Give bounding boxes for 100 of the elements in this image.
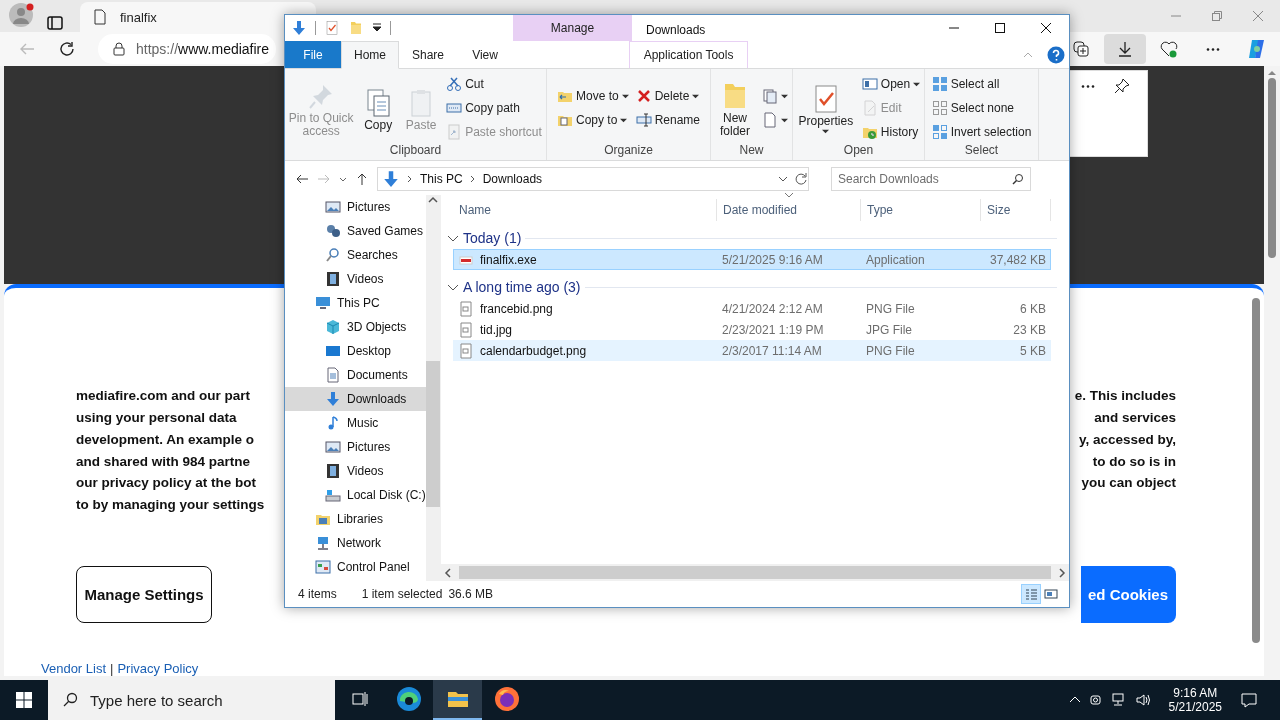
file-name: finalfix.exe	[480, 252, 537, 267]
nav-item[interactable]: Searches	[285, 243, 426, 267]
ribbon-button[interactable]: Properties	[794, 81, 857, 135]
file-row[interactable]: tid.jpg 2/23/2021 1:19 PM JPG File 23 KB	[453, 319, 1051, 340]
nav-item[interactable]: Libraries	[285, 507, 426, 531]
nav-item[interactable]: Pictures	[285, 435, 426, 459]
chevron-down-icon[interactable]	[778, 174, 788, 184]
scrollbar[interactable]	[441, 564, 1069, 581]
ribbon-button[interactable]: Select all	[929, 73, 1034, 95]
group-header[interactable]: A long time ago (3)	[463, 279, 581, 295]
ribbon-button[interactable]: Rename	[633, 109, 702, 131]
caret-icon	[781, 92, 788, 100]
taskbar-app[interactable]	[433, 680, 482, 720]
rename-icon	[635, 112, 652, 128]
nav-item[interactable]: Documents	[285, 363, 426, 387]
nav-item[interactable]: Videos	[285, 267, 426, 291]
back-arrow-icon[interactable]	[295, 172, 309, 186]
ribbon-tab[interactable]: File	[285, 41, 341, 68]
browser-tab[interactable]: finalfix	[80, 2, 316, 32]
scrollbar-thumb[interactable]	[426, 361, 441, 507]
chevron-right-icon	[468, 175, 477, 183]
manage-settings-button[interactable]: Manage Settings	[76, 566, 212, 623]
nav-item[interactable]: Pictures	[285, 195, 426, 219]
nav-item[interactable]: Downloads	[285, 387, 426, 411]
notifications-icon[interactable]	[1240, 691, 1258, 709]
nav-item[interactable]: Desktop	[285, 339, 426, 363]
nav-item[interactable]: Videos	[285, 459, 426, 483]
ribbon-button[interactable]: Copy to	[554, 109, 631, 131]
file-row[interactable]: francebid.png 4/21/2024 2:12 AM PNG File 6 KB	[453, 298, 1051, 319]
ribbon-button[interactable]: Invert selection	[929, 121, 1034, 143]
file-size: 37,482 KB	[989, 252, 1046, 267]
ribbon-button[interactable]: Cut	[444, 73, 544, 95]
ribbon-tab[interactable]: Application Tools	[629, 41, 749, 68]
nav-item[interactable]: Local Disk (C:)	[285, 483, 426, 507]
toolbar-button[interactable]	[1104, 34, 1146, 65]
search-icon	[62, 692, 78, 708]
tab-actions-icon[interactable]	[46, 14, 64, 32]
ribbon-tab[interactable]: Home	[341, 41, 399, 69]
scrollbar-thumb[interactable]	[459, 566, 1051, 579]
download-icon	[382, 170, 400, 188]
group-header[interactable]: Today (1)	[463, 230, 522, 246]
refresh-icon[interactable]	[58, 40, 76, 59]
privacy-policy-link[interactable]: Privacy Policy	[117, 661, 199, 676]
nav-item[interactable]: Music	[285, 411, 426, 435]
nav-item[interactable]: 3D Objects	[285, 315, 426, 339]
breadcrumb[interactable]: Downloads	[482, 172, 543, 186]
scrollbar[interactable]	[425, 195, 441, 581]
up-arrow-icon[interactable]	[355, 172, 369, 186]
ribbon-button[interactable]: Move to	[554, 85, 631, 107]
nav-item[interactable]: Saved Games	[285, 219, 426, 243]
volume-icon[interactable]	[1134, 692, 1151, 708]
camera-icon[interactable]	[1088, 693, 1103, 707]
chevron-down-icon[interactable]	[339, 175, 347, 183]
file-row[interactable]: calendarbudget.png 2/3/2017 11:14 AM PNG File 5 KB	[453, 340, 1051, 361]
picture-icon	[325, 199, 341, 215]
notice-text: to by managing your settings	[76, 496, 265, 515]
profile-avatar-icon	[8, 2, 34, 28]
help-icon[interactable]	[1047, 45, 1065, 64]
folder-icon	[348, 20, 364, 36]
ribbon-button[interactable]: New folder	[713, 78, 757, 138]
nav-item[interactable]: Network	[285, 531, 426, 555]
network-icon[interactable]	[1110, 692, 1127, 708]
date-modified: 5/21/2025 9:16 AM	[722, 252, 823, 267]
column-header[interactable]: Type	[861, 199, 981, 221]
nav-item[interactable]: This PC	[285, 291, 426, 315]
url-host: www.mediafire	[178, 41, 270, 58]
ribbon-button[interactable]: Copy	[358, 84, 399, 132]
close-icon[interactable]	[1040, 22, 1052, 34]
accept-cookies-button[interactable]: ed Cookies	[1081, 566, 1176, 623]
search-field[interactable]: Search Downloads	[831, 167, 1031, 191]
file-type: PNG File	[866, 343, 915, 358]
nav-item[interactable]: Control Panel	[285, 555, 426, 579]
address-bar[interactable]: This PC Downloads	[377, 167, 809, 191]
scrollbar-thumb[interactable]	[1252, 298, 1260, 644]
window-icon	[861, 76, 878, 92]
breadcrumb[interactable]: This PC	[420, 172, 463, 186]
ribbon-button[interactable]: Copy path	[444, 97, 544, 119]
column-header[interactable]: Size	[981, 199, 1051, 221]
date-modified: 2/3/2017 11:14 AM	[722, 343, 822, 358]
scrollbar-thumb[interactable]	[1268, 78, 1276, 259]
ribbon-button[interactable]: Select none	[929, 97, 1034, 119]
vendor-list-link[interactable]: Vendor List	[41, 661, 107, 676]
address-bar[interactable]: https://www.mediafire	[98, 34, 276, 65]
item-count: 4 items	[298, 587, 337, 601]
maximize-icon[interactable]	[994, 22, 1006, 34]
clock[interactable]: 9:16 AM 5/21/2025	[1158, 686, 1232, 714]
restore-icon[interactable]	[1211, 10, 1223, 22]
document-icon	[762, 112, 778, 128]
desktop-icon	[325, 343, 341, 359]
ribbon-button[interactable]: Open	[859, 73, 923, 95]
select-none-icon	[931, 100, 948, 116]
pin-icon[interactable]	[1113, 77, 1131, 95]
ribbon-button[interactable]: Delete	[633, 85, 702, 107]
file-row[interactable]: finalfix.exe 5/21/2025 9:16 AM Application 37,482 KB	[453, 249, 1051, 270]
taskbar-search-field[interactable]: Type here to search	[48, 680, 335, 720]
column-header[interactable]: Name	[453, 199, 717, 221]
picture-icon	[325, 439, 341, 455]
ribbon-button[interactable]: History	[859, 121, 923, 143]
column-header[interactable]: Date modified	[717, 199, 861, 221]
more-icon[interactable]	[1081, 85, 1095, 88]
